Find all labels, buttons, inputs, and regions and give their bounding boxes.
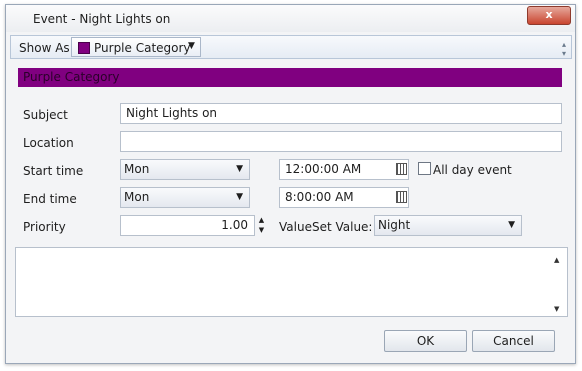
location-input[interactable] (120, 131, 562, 152)
ok-button[interactable]: OK (384, 330, 467, 352)
subject-input[interactable]: Night Lights on (120, 103, 562, 124)
priority-spinner[interactable]: ▲ ▼ (255, 215, 268, 236)
toolbar-overflow-icon[interactable]: ▴ ▾ (562, 40, 566, 58)
valueset-value: Night (378, 218, 411, 232)
show-as-value: Purple Category (94, 41, 191, 55)
show-as-label: Show As (19, 41, 70, 55)
end-time-input[interactable]: 8:00:00 AM (279, 187, 409, 208)
end-day-dropdown[interactable]: Mon ▼ (120, 187, 250, 208)
calendar-icon[interactable] (396, 191, 407, 203)
valueset-dropdown[interactable]: Night ▼ (374, 215, 522, 236)
valueset-label: ValueSet Value: (279, 220, 373, 234)
spin-up-icon[interactable]: ▲ (255, 215, 268, 225)
chevron-down-icon: ▼ (188, 41, 195, 51)
scroll-up-icon[interactable]: ▲ (554, 256, 559, 264)
close-icon: x (545, 8, 553, 21)
start-time-value: 12:00:00 AM (285, 162, 362, 176)
end-day-value: Mon (124, 190, 150, 204)
start-day-value: Mon (124, 162, 150, 176)
priority-label: Priority (23, 220, 66, 234)
window-title: Event - Night Lights on (33, 12, 171, 26)
show-as-dropdown[interactable]: Purple Category ▼ (71, 37, 201, 57)
category-bar: Purple Category (18, 68, 562, 87)
title-bar[interactable]: Event - Night Lights on x (6, 5, 575, 32)
spin-down-icon[interactable]: ▼ (255, 225, 268, 235)
notes-textarea[interactable]: ▲ ▼ (15, 247, 568, 317)
chevron-down-icon: ▼ (508, 220, 515, 230)
subject-label: Subject (23, 108, 68, 122)
priority-input[interactable]: 1.00 (120, 215, 255, 236)
event-dialog: Event - Night Lights on x Show As Purple… (5, 4, 576, 364)
close-button[interactable]: x (527, 6, 571, 25)
location-label: Location (23, 136, 74, 150)
category-color-swatch (78, 42, 90, 54)
end-time-value: 8:00:00 AM (285, 190, 354, 204)
chevron-down-icon: ▼ (236, 192, 243, 202)
all-day-label: All day event (433, 163, 512, 177)
cancel-button[interactable]: Cancel (472, 330, 555, 352)
scroll-down-icon[interactable]: ▼ (554, 305, 559, 313)
toolbar: Show As Purple Category ▼ ▴ ▾ (10, 35, 572, 59)
start-day-dropdown[interactable]: Mon ▼ (120, 159, 250, 180)
start-time-label: Start time (23, 164, 84, 178)
start-time-input[interactable]: 12:00:00 AM (279, 159, 409, 180)
end-time-label: End time (23, 192, 77, 206)
calendar-icon[interactable] (396, 163, 407, 175)
all-day-checkbox[interactable] (418, 162, 431, 175)
chevron-down-icon: ▼ (236, 164, 243, 174)
